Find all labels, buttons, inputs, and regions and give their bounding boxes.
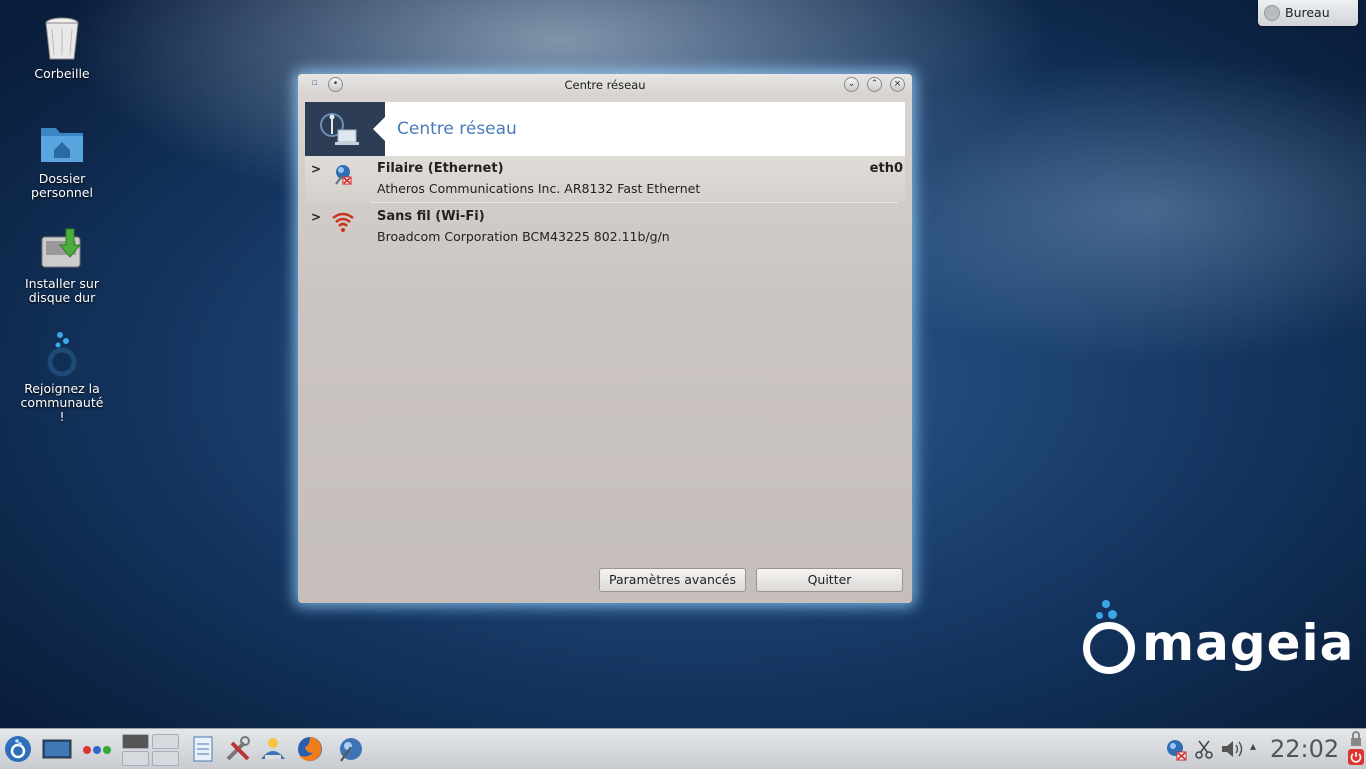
clipboard-icon[interactable] bbox=[1194, 735, 1214, 763]
page-title: Centre réseau bbox=[397, 119, 517, 139]
interface-name: eth0 bbox=[869, 161, 903, 176]
power-icon[interactable] bbox=[1348, 749, 1364, 765]
home-folder-icon bbox=[38, 120, 86, 168]
desktop-icon-trash[interactable]: Corbeille bbox=[17, 15, 107, 81]
app-header: Centre réseau bbox=[305, 102, 905, 156]
show-desktop-icon[interactable] bbox=[42, 735, 72, 763]
close-button[interactable]: × bbox=[890, 77, 905, 92]
clock[interactable]: 22:02 bbox=[1270, 735, 1339, 763]
settings-tools-icon[interactable] bbox=[224, 735, 252, 763]
pager-desktop-3[interactable] bbox=[122, 751, 149, 766]
advanced-settings-button[interactable]: Paramètres avancés bbox=[599, 568, 746, 592]
desktop-widget[interactable]: Bureau bbox=[1258, 0, 1358, 26]
window-titlebar[interactable]: ▫ • Centre réseau ⌄ ⌃ × bbox=[298, 74, 912, 96]
install-disk-icon bbox=[38, 225, 86, 273]
desktop-icon bbox=[1264, 5, 1280, 21]
firefox-icon[interactable] bbox=[296, 735, 324, 763]
connection-row-wifi[interactable]: > Sans fil (Wi-Fi) Broadcom Corporation … bbox=[305, 204, 905, 250]
network-center-window: ▫ • Centre réseau ⌄ ⌃ × Centre réseau > bbox=[298, 74, 912, 603]
quit-button[interactable]: Quitter bbox=[756, 568, 903, 592]
lock-icon[interactable] bbox=[1348, 731, 1364, 747]
pager-desktop-2[interactable] bbox=[152, 734, 179, 749]
notes-icon[interactable] bbox=[189, 735, 217, 763]
connection-row-ethernet[interactable]: > Filaire (Ethernet) Atheros Communicati… bbox=[305, 156, 905, 202]
taskbar: ▴ 22:02 bbox=[0, 728, 1366, 769]
mageia-logo: mageia bbox=[1080, 600, 1353, 690]
row-divider bbox=[370, 202, 898, 203]
expand-chevron-icon[interactable]: > bbox=[311, 162, 321, 176]
application-launcher-icon[interactable] bbox=[4, 735, 32, 763]
desktop-icon-install[interactable]: Installer sur disque dur bbox=[17, 225, 107, 305]
window-title: Centre réseau bbox=[564, 78, 646, 92]
desktop-icon-community[interactable]: Rejoignez la communauté ! bbox=[17, 330, 107, 424]
window-content: Centre réseau > Filaire (Ethernet) Ather… bbox=[298, 96, 912, 603]
wifi-icon bbox=[331, 210, 355, 234]
trash-icon bbox=[38, 15, 86, 63]
volume-icon[interactable] bbox=[1220, 735, 1244, 763]
expand-chevron-icon[interactable]: > bbox=[311, 210, 321, 224]
activities-icon[interactable] bbox=[82, 735, 114, 763]
ethernet-disconnected-icon bbox=[331, 162, 355, 186]
network-status-icon[interactable] bbox=[1164, 735, 1188, 763]
pager-desktop-1[interactable] bbox=[122, 734, 149, 749]
minimize-button[interactable]: ⌄ bbox=[844, 77, 859, 92]
community-icon bbox=[38, 330, 86, 378]
network-center-icon[interactable] bbox=[337, 735, 365, 763]
pager-desktop-4[interactable] bbox=[152, 751, 179, 766]
mageia-control-center-icon[interactable] bbox=[259, 735, 287, 763]
expand-tray-icon[interactable]: ▴ bbox=[1250, 739, 1264, 767]
desktop-icon-home[interactable]: Dossier personnel bbox=[17, 120, 107, 200]
maximize-button[interactable]: ⌃ bbox=[867, 77, 882, 92]
